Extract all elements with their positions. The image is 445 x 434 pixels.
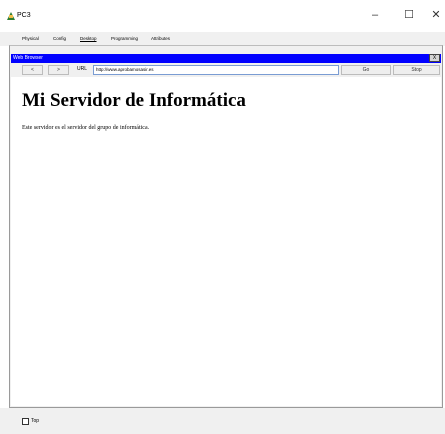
tab-desktop[interactable]: Desktop	[80, 36, 97, 41]
web-browser-close-button[interactable]: X	[429, 54, 440, 62]
tab-bar: Physical Config Desktop Programming Attr…	[0, 32, 445, 46]
top-label: Top	[31, 418, 40, 424]
tab-programming[interactable]: Programming	[111, 36, 138, 41]
back-button[interactable]: <	[22, 65, 43, 75]
bottom-bar	[0, 408, 445, 434]
page-paragraph: Este servidor es el servidor del grupo d…	[22, 125, 150, 131]
top-checkbox[interactable]	[22, 418, 29, 425]
maximize-button[interactable]: ☐	[394, 4, 424, 26]
tab-physical[interactable]: Physical	[22, 36, 39, 41]
minimize-button[interactable]: –	[360, 4, 390, 26]
tab-config[interactable]: Config	[53, 36, 66, 41]
page-heading: Mi Servidor de Informática	[22, 90, 246, 111]
pc-app-icon	[7, 12, 15, 20]
web-browser-titlebar: Web Browser X	[11, 54, 441, 63]
close-button[interactable]: ✕	[421, 4, 445, 26]
go-button[interactable]: Go	[341, 65, 391, 75]
title-bar: PC3 – ☐ ✕	[0, 0, 445, 32]
tab-attributes[interactable]: Attributes	[151, 36, 170, 41]
web-browser-title: Web Browser	[13, 55, 43, 61]
browser-nav-bar: < > URL http://www.aprobamosasir.es Go S…	[11, 63, 441, 77]
url-label: URL	[77, 66, 88, 72]
url-input[interactable]: http://www.aprobamosasir.es	[93, 65, 339, 75]
window-title: PC3	[17, 12, 31, 19]
stop-button[interactable]: Stop	[393, 65, 440, 75]
forward-button[interactable]: >	[48, 65, 69, 75]
